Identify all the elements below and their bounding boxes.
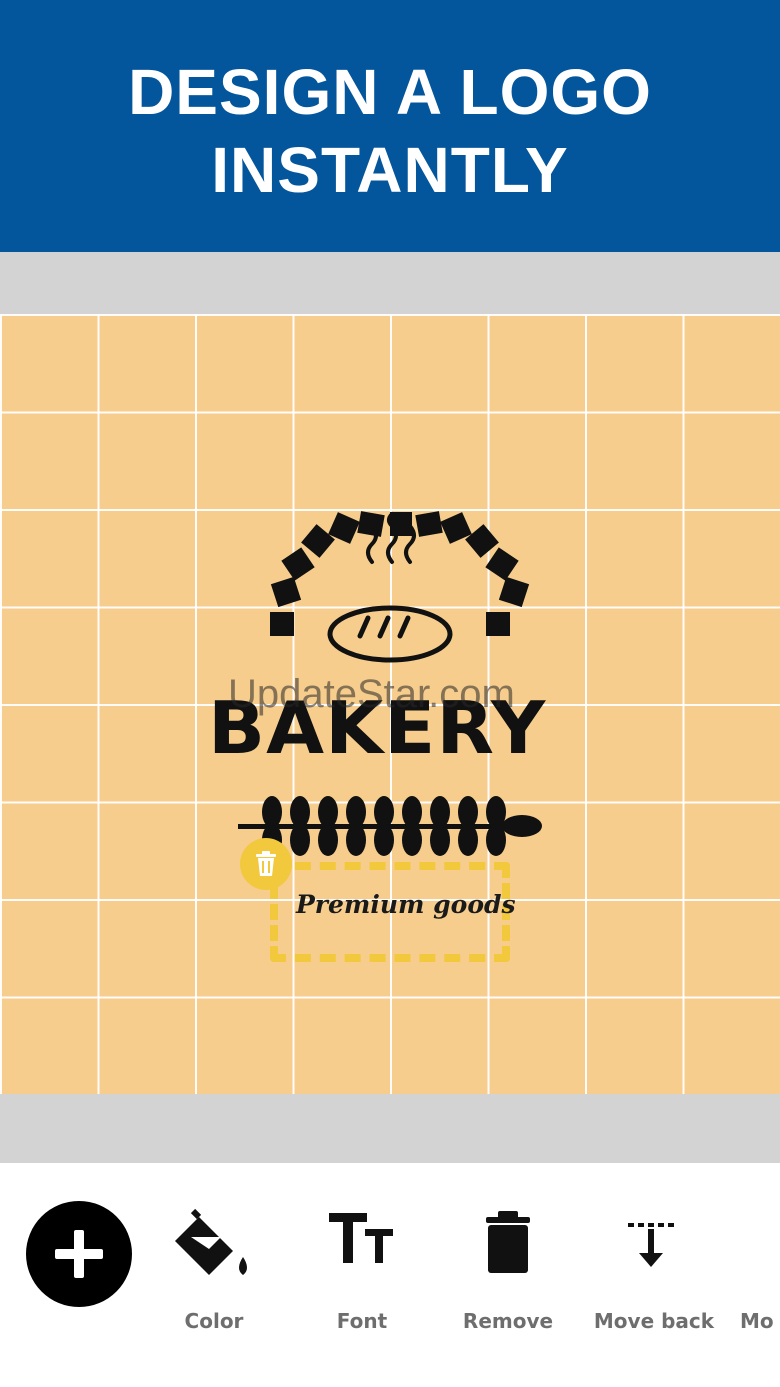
move-forward-tool-label: Mo [740, 1309, 774, 1333]
promo-header: DESIGN A LOGO INSTANTLY [0, 0, 780, 252]
delete-handle-button[interactable] [240, 838, 292, 890]
header-title-line1: DESIGN A LOGO [128, 56, 652, 128]
trash-icon [486, 1211, 530, 1273]
move-back-icon [628, 1223, 674, 1267]
color-tool-button[interactable]: Color [140, 1163, 288, 1387]
move-forward-tool-button[interactable]: Mo [726, 1163, 780, 1387]
add-element-button[interactable] [26, 1201, 132, 1307]
workspace-bottom-margin [0, 1094, 780, 1163]
logo-tagline-text[interactable]: Premium goods [296, 890, 516, 919]
design-canvas[interactable]: BAKERY UpdateStar.com Premium goods [0, 314, 780, 1094]
oven-arch-icon [270, 511, 530, 636]
move-back-tool-button[interactable]: Move back [580, 1163, 728, 1387]
color-tool-label: Color [184, 1309, 244, 1333]
text-size-icon [329, 1213, 393, 1263]
font-tool-label: Font [336, 1309, 388, 1333]
paint-bucket-icon [175, 1208, 247, 1275]
trash-icon [256, 851, 276, 876]
move-back-tool-label: Move back [593, 1309, 715, 1333]
remove-tool-button[interactable]: Remove [434, 1163, 582, 1387]
watermark-text: UpdateStar.com [228, 672, 515, 716]
font-tool-button[interactable]: Font [288, 1163, 436, 1387]
remove-tool-label: Remove [462, 1309, 554, 1333]
header-title-line2: INSTANTLY [211, 134, 569, 206]
workspace-top-margin [0, 252, 780, 314]
plus-icon [55, 1230, 103, 1278]
bread-icon [327, 605, 453, 663]
